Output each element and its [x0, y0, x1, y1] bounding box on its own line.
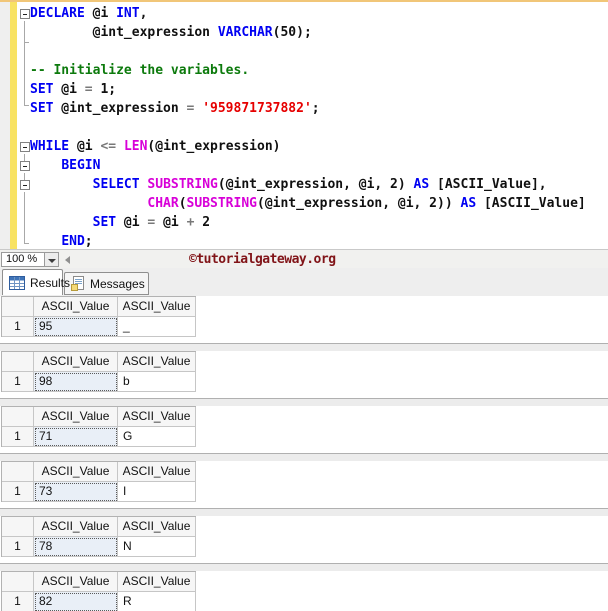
grid-corner-cell[interactable] — [2, 352, 34, 372]
zoom-level-combobox[interactable]: 100 % — [1, 252, 45, 267]
results-grids: ASCII_Value ASCII_Value 1 95 _ ASCII_Value ASC… — [0, 296, 608, 611]
sql-code-editor[interactable]: DECLARE @i INT, @int_expression VARCHAR(… — [0, 2, 608, 249]
result-set-panel: ASCII_Value ASCII_Value 1 71 G — [0, 406, 608, 461]
row-number[interactable]: 1 — [2, 537, 34, 557]
grid-corner-cell[interactable] — [2, 462, 34, 482]
code-line[interactable]: BEGIN — [30, 156, 586, 175]
outline-guide-line — [24, 21, 25, 105]
result-set-panel: ASCII_Value ASCII_Value 1 95 _ — [0, 296, 608, 351]
row-number[interactable]: 1 — [2, 592, 34, 611]
tab-results[interactable]: Results — [2, 269, 70, 295]
code-lines[interactable]: DECLARE @i INT, @int_expression VARCHAR(… — [30, 4, 586, 251]
selection-margin — [0, 2, 10, 249]
collapse-minus-icon[interactable] — [20, 161, 30, 171]
cell-ascii-code[interactable]: 98 — [34, 372, 118, 392]
grid-splitter[interactable] — [0, 508, 608, 516]
cell-character[interactable]: _ — [118, 317, 196, 337]
result-set-panel: ASCII_Value ASCII_Value 1 82 R — [0, 571, 608, 611]
modified-lines-track-bar — [10, 2, 17, 249]
watermark-text: ©tutorialgateway.org — [189, 252, 336, 267]
row-number[interactable]: 1 — [2, 482, 34, 502]
column-header-ascii-value[interactable]: ASCII_Value — [118, 462, 196, 482]
grid-splitter[interactable] — [0, 343, 608, 351]
cell-ascii-code[interactable]: 82 — [34, 592, 118, 611]
collapse-minus-icon[interactable] — [20, 142, 30, 152]
row-number[interactable]: 1 — [2, 317, 34, 337]
grid-splitter[interactable] — [0, 563, 608, 571]
results-grid-icon — [9, 275, 25, 290]
column-header-ascii-value[interactable]: ASCII_Value — [34, 517, 118, 537]
hscrollbar-left-arrow-icon[interactable] — [62, 253, 74, 266]
grid-corner-cell[interactable] — [2, 297, 34, 317]
result-set-panel: ASCII_Value ASCII_Value 1 98 b — [0, 351, 608, 406]
code-line[interactable]: SET @i = 1; — [30, 80, 586, 99]
cell-character[interactable]: N — [118, 537, 196, 557]
column-header-ascii-value[interactable]: ASCII_Value — [34, 352, 118, 372]
code-line[interactable]: @int_expression VARCHAR(50); — [30, 23, 586, 42]
row-number[interactable]: 1 — [2, 427, 34, 447]
code-line[interactable] — [30, 118, 586, 137]
grid-corner-cell[interactable] — [2, 572, 34, 592]
cell-character[interactable]: R — [118, 592, 196, 611]
code-line[interactable]: CHAR(SUBSTRING(@int_expression, @i, 2)) … — [30, 194, 585, 213]
column-header-ascii-value[interactable]: ASCII_Value — [34, 407, 118, 427]
column-header-ascii-value[interactable]: ASCII_Value — [34, 572, 118, 592]
column-header-ascii-value[interactable]: ASCII_Value — [34, 297, 118, 317]
outline-region-end-tick — [24, 42, 29, 43]
cell-character[interactable]: I — [118, 482, 196, 502]
messages-page-icon — [71, 276, 84, 291]
cell-ascii-code[interactable]: 95 — [34, 317, 118, 337]
code-line[interactable]: SELECT SUBSTRING(@int_expression, @i, 2)… — [30, 175, 586, 194]
grid-splitter[interactable] — [0, 398, 608, 406]
cell-character[interactable]: b — [118, 372, 196, 392]
code-line[interactable]: WHILE @i <= LEN(@int_expression) — [30, 137, 586, 156]
results-grid[interactable]: ASCII_Value ASCII_Value 1 82 R — [1, 571, 196, 611]
tab-results-label: Results — [30, 275, 71, 290]
editor-bottom-bar: 100 % ©tutorialgateway.org — [0, 249, 608, 268]
cell-character[interactable]: G — [118, 427, 196, 447]
outline-guide-line — [24, 192, 25, 243]
tab-messages-label: Messages — [90, 276, 145, 291]
outline-region-end-tick — [24, 105, 29, 106]
column-header-ascii-value[interactable]: ASCII_Value — [118, 297, 196, 317]
code-line[interactable]: -- Initialize the variables. — [30, 61, 586, 80]
tab-messages[interactable]: Messages — [64, 272, 149, 295]
grid-corner-cell[interactable] — [2, 517, 34, 537]
results-grid[interactable]: ASCII_Value ASCII_Value 1 73 I — [1, 461, 196, 502]
code-line[interactable]: SET @i = @i + 2 — [30, 213, 586, 232]
code-line[interactable] — [30, 42, 586, 61]
results-grid[interactable]: ASCII_Value ASCII_Value 1 71 G — [1, 406, 196, 447]
zoom-dropdown-arrow-icon[interactable] — [45, 252, 59, 267]
column-header-ascii-value[interactable]: ASCII_Value — [118, 407, 196, 427]
results-grid[interactable]: ASCII_Value ASCII_Value 1 98 b — [1, 351, 196, 392]
result-set-panel: ASCII_Value ASCII_Value 1 78 N — [0, 516, 608, 571]
results-pane-tab-bar: Results Messages — [0, 268, 608, 296]
results-grid[interactable]: ASCII_Value ASCII_Value 1 95 _ — [1, 296, 196, 337]
grid-corner-cell[interactable] — [2, 407, 34, 427]
column-header-ascii-value[interactable]: ASCII_Value — [118, 572, 196, 592]
result-set-panel: ASCII_Value ASCII_Value 1 73 I — [0, 461, 608, 516]
code-line[interactable]: DECLARE @i INT, — [30, 4, 586, 23]
row-number[interactable]: 1 — [2, 372, 34, 392]
cell-ascii-code[interactable]: 78 — [34, 537, 118, 557]
cell-ascii-code[interactable]: 71 — [34, 427, 118, 447]
column-header-ascii-value[interactable]: ASCII_Value — [34, 462, 118, 482]
cell-ascii-code[interactable]: 73 — [34, 482, 118, 502]
collapse-minus-icon[interactable] — [20, 180, 30, 190]
results-grid[interactable]: ASCII_Value ASCII_Value 1 78 N — [1, 516, 196, 557]
grid-splitter[interactable] — [0, 453, 608, 461]
column-header-ascii-value[interactable]: ASCII_Value — [118, 352, 196, 372]
ssms-query-window: DECLARE @i INT, @int_expression VARCHAR(… — [0, 0, 608, 611]
collapse-minus-icon[interactable] — [20, 9, 30, 19]
outline-region-end-tick — [24, 243, 29, 244]
code-line[interactable]: SET @int_expression = '959871737882'; — [30, 99, 586, 118]
column-header-ascii-value[interactable]: ASCII_Value — [118, 517, 196, 537]
